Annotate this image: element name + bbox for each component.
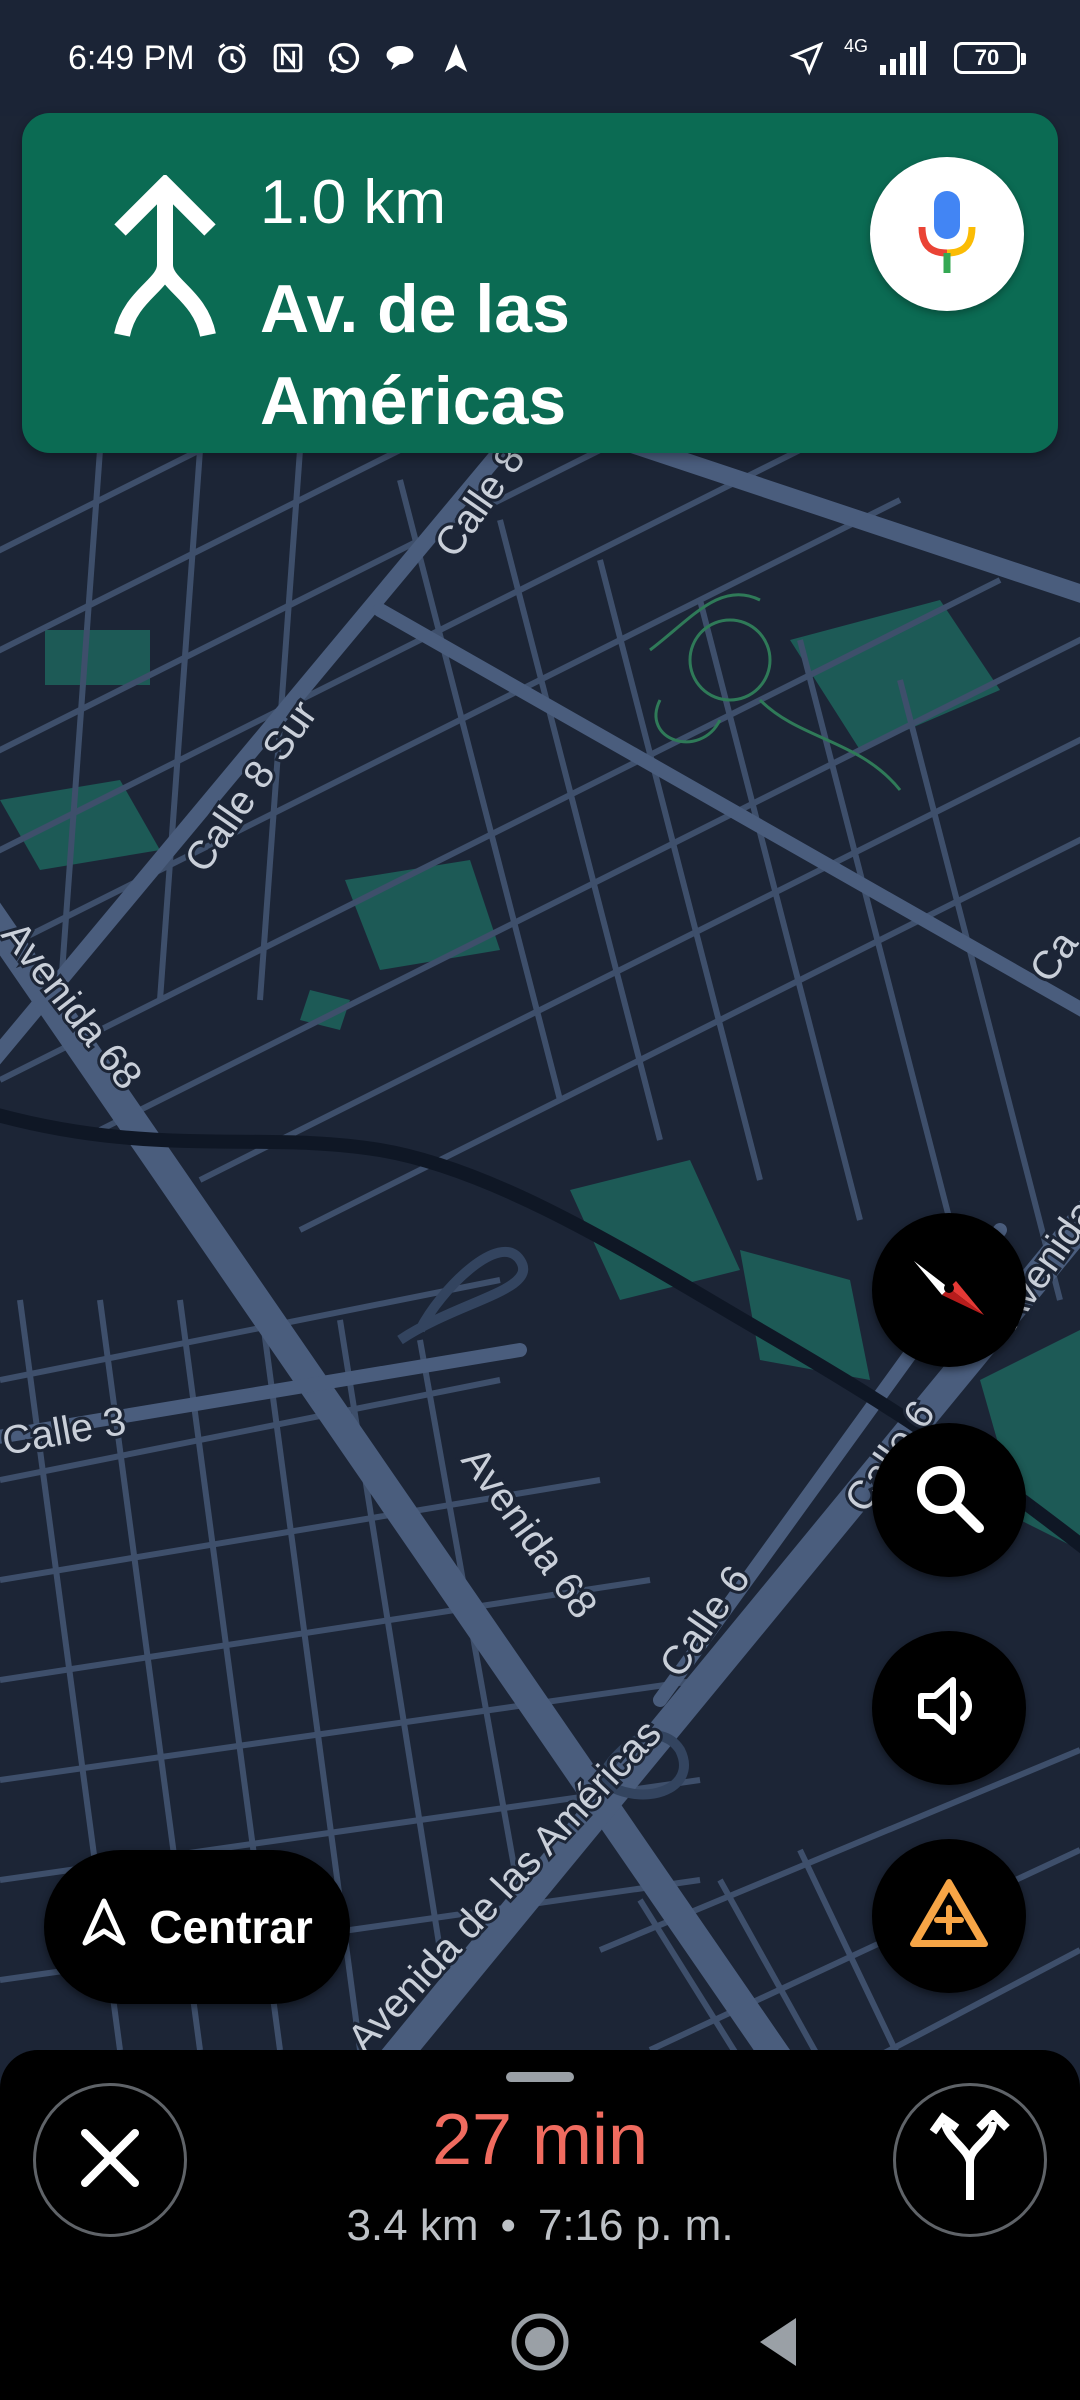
- navigation-instruction-card[interactable]: 1.0 km Av. de las Américas: [22, 113, 1058, 453]
- network-type: 4G: [843, 35, 868, 56]
- system-navigation-bar: [0, 2270, 1080, 2400]
- volume-icon: [909, 1666, 989, 1751]
- report-incident-button[interactable]: [872, 1839, 1026, 1993]
- navigation-app: Calle 8 S Calle 8 Sur Avenida 68 Calle 3…: [0, 0, 1080, 2400]
- maneuver-street: Av. de las Américas: [260, 271, 570, 439]
- sound-button[interactable]: [872, 1631, 1026, 1785]
- status-time: 6:49 PM: [68, 38, 195, 77]
- drag-handle[interactable]: [506, 2072, 574, 2082]
- navigation-text: 1.0 km Av. de las Américas: [260, 143, 820, 447]
- eta-duration: 27 min: [431, 2100, 649, 2180]
- microphone-icon: [912, 187, 982, 282]
- navigation-icon: [437, 39, 475, 77]
- whatsapp-icon: [325, 39, 363, 77]
- route-fork-icon: [927, 2107, 1013, 2211]
- remaining-distance: 3.4 km: [346, 2201, 479, 2250]
- search-button[interactable]: [872, 1423, 1026, 1577]
- compass-icon: [904, 1243, 994, 1338]
- home-nav-button[interactable]: [510, 2312, 570, 2372]
- separator-dot: •: [500, 2201, 516, 2250]
- chat-icon: [381, 39, 419, 77]
- back-nav-button[interactable]: [752, 2312, 802, 2372]
- signal-icon: [880, 39, 936, 77]
- compass-button[interactable]: [872, 1213, 1026, 1367]
- location-icon: [788, 39, 826, 77]
- eta-summary[interactable]: 27 min 3.4 km • 7:16 p. m.: [240, 2090, 840, 2262]
- navigation-arrow-icon: [81, 1897, 127, 1958]
- alarm-icon: [213, 39, 251, 77]
- report-incident-icon: [907, 1874, 991, 1959]
- exit-navigation-button[interactable]: [33, 2083, 187, 2237]
- status-bar: 6:49 PM 4G 70: [0, 0, 1080, 116]
- eta-details: 3.4 km • 7:16 p. m.: [240, 2190, 840, 2262]
- status-bar-right: 4G 70: [788, 35, 1026, 77]
- merge-icon: [100, 173, 230, 345]
- battery-level: 70: [974, 45, 1000, 70]
- recenter-label: Centrar: [149, 1901, 313, 1953]
- nfc-icon: [269, 39, 307, 77]
- alternate-routes-button[interactable]: [893, 2083, 1047, 2237]
- search-icon: [909, 1458, 989, 1543]
- arrival-time: 7:16 p. m.: [537, 2201, 734, 2250]
- voice-search-button[interactable]: [870, 157, 1024, 311]
- maneuver-distance: 1.0 km: [260, 168, 447, 237]
- recenter-button[interactable]: Centrar: [44, 1850, 350, 2004]
- close-icon: [75, 2123, 145, 2198]
- status-bar-left: 6:49 PM: [68, 39, 475, 78]
- battery-icon: 70: [954, 42, 1026, 74]
